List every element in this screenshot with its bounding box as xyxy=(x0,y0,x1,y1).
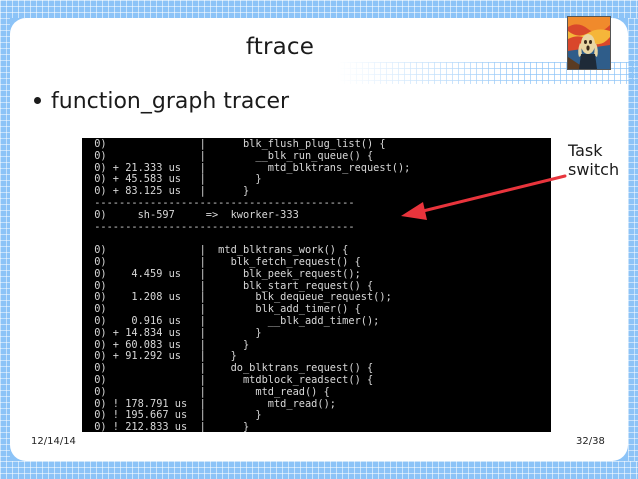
terminal-line: 0) | mtd_read() { xyxy=(88,385,330,398)
terminal-line: 0) | blk_fetch_request() { xyxy=(88,255,361,268)
top-grid-band xyxy=(0,0,638,18)
terminal-line: 0) 0.916 us | __blk_add_timer(); xyxy=(88,314,380,327)
terminal-line: 0) 4.459 us | blk_peek_request(); xyxy=(88,267,361,280)
right-grid-band xyxy=(628,18,638,461)
bullet-item: function_graph tracer xyxy=(34,89,289,114)
left-grid-band xyxy=(0,18,10,461)
scream-painting-logo xyxy=(567,16,611,70)
footer-date: 12/14/14 xyxy=(31,436,76,447)
bullet-dot-icon xyxy=(34,96,41,104)
terminal-line: 0) | __blk_run_queue() { xyxy=(88,149,374,162)
bottom-grid-band xyxy=(0,461,638,479)
task-switch-annotation: Task switch xyxy=(568,141,619,179)
terminal-line: 0) | mtdblock_readsect() { xyxy=(88,373,374,386)
bullet-text: function_graph tracer xyxy=(51,89,290,114)
terminal-line: 0) ! 212.833 us | } xyxy=(88,421,250,432)
terminal-line: 0) + 14.834 us | } xyxy=(88,326,262,339)
annotation-arrow-icon xyxy=(401,174,567,220)
slide-title: ftrace xyxy=(245,34,315,60)
annotation-line-1: Task xyxy=(568,141,603,160)
annotation-line-2: switch xyxy=(568,160,620,179)
footer-page-number: 32/38 xyxy=(576,436,605,447)
